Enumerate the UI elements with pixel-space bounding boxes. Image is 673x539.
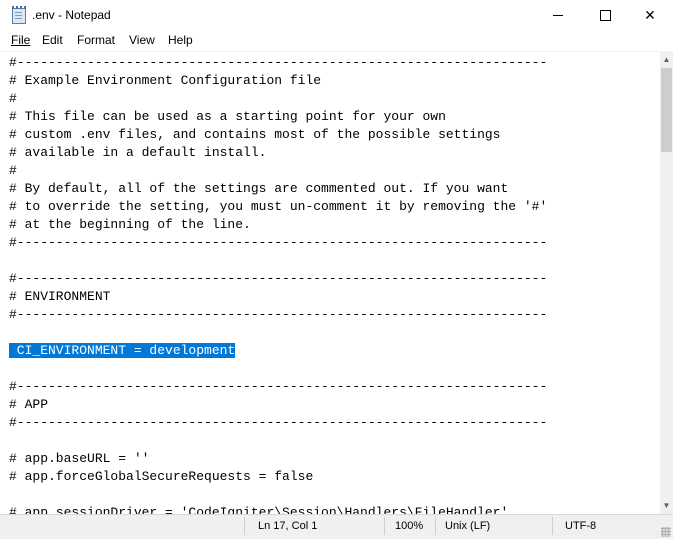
menu-format[interactable]: Format [77,33,115,47]
notepad-window: .env - Notepad ✕ File Edit Format View H… [0,0,673,539]
editor-line: # custom .env files, and contains most o… [9,126,547,144]
line-text: # at the beginning of the line. [9,217,251,232]
text-editor[interactable]: #---------------------------------------… [0,51,660,515]
scroll-down-arrow-icon[interactable]: ▼ [660,497,673,514]
editor-line: # app.forceGlobalSecureRequests = false [9,468,547,486]
line-text: #---------------------------------------… [9,55,548,70]
line-text: # ENVIRONMENT [9,289,111,304]
menu-view[interactable]: View [129,33,155,47]
resize-grip-icon[interactable] [661,527,671,537]
minimize-button[interactable] [535,0,581,30]
line-text: # app.forceGlobalSecureRequests = false [9,469,314,484]
editor-line: # at the beginning of the line. [9,216,547,234]
status-separator [435,517,436,535]
menu-edit-label: Edit [42,33,63,47]
menu-view-label: View [129,33,155,47]
line-text: # app.baseURL = '' [9,451,150,466]
editor-line: #---------------------------------------… [9,234,547,252]
status-separator [552,517,553,535]
editor-line: # This file can be used as a starting po… [9,108,547,126]
editor-line: # to override the setting, you must un-c… [9,198,547,216]
close-icon: ✕ [644,6,656,23]
menu-bar: File Edit Format View Help [0,30,673,51]
status-line-ending: Unix (LF) [445,520,491,532]
line-text: #---------------------------------------… [9,271,548,286]
line-text: #---------------------------------------… [9,379,548,394]
scroll-up-arrow-icon[interactable]: ▲ [660,51,673,68]
vertical-scrollbar[interactable]: ▲ ▼ [660,51,673,514]
selected-text: CI_ENVIRONMENT = development [9,343,236,358]
title-bar[interactable]: .env - Notepad ✕ [0,0,673,30]
line-text: # Example Environment Configuration file [9,73,322,88]
editor-line: #---------------------------------------… [9,378,547,396]
editor-line: # [9,90,547,108]
line-text: # [9,163,17,178]
status-bar: Ln 17, Col 1 100% Unix (LF) UTF-8 [0,514,673,539]
editor-line: # ENVIRONMENT [9,288,547,306]
notepad-icon [12,6,26,24]
editor-line: #---------------------------------------… [9,270,547,288]
line-text: #---------------------------------------… [9,307,548,322]
menu-format-label: Format [77,33,116,47]
editor-line: CI_ENVIRONMENT = development [9,342,547,360]
menu-help-label: Help [168,33,193,47]
line-text: # APP [9,397,49,412]
line-text: # available in a default install. [9,145,267,160]
menu-edit[interactable]: Edit [42,33,63,47]
maximize-icon [599,9,611,21]
close-button[interactable]: ✕ [627,0,673,30]
status-position: Ln 17, Col 1 [258,520,318,532]
menu-file[interactable]: File [11,33,30,47]
maximize-button[interactable] [582,0,628,30]
window-title: .env - Notepad [32,8,111,22]
status-zoom: 100% [395,520,424,532]
line-text: #---------------------------------------… [9,415,548,430]
menu-help[interactable]: Help [168,33,193,47]
status-separator [244,517,245,535]
editor-line: # available in a default install. [9,144,547,162]
minimize-icon [553,14,563,16]
line-text: # custom .env files, and contains most o… [9,127,501,142]
line-text: # [9,91,17,106]
status-encoding: UTF-8 [565,520,597,532]
editor-line: #---------------------------------------… [9,306,547,324]
editor-line: # app.baseURL = '' [9,450,547,468]
line-text: # This file can be used as a starting po… [9,109,446,124]
menu-file-label: File [11,33,31,47]
editor-line: # Example Environment Configuration file [9,72,547,90]
line-text: # By default, all of the settings are co… [9,181,509,196]
editor-lines[interactable]: #---------------------------------------… [9,54,547,515]
editor-line: # By default, all of the settings are co… [9,180,547,198]
editor-line: #---------------------------------------… [9,414,547,432]
status-separator [384,517,385,535]
editor-line: #---------------------------------------… [9,54,547,72]
editor-line: # APP [9,396,547,414]
line-text: # to override the setting, you must un-c… [9,199,548,214]
scrollbar-thumb[interactable] [661,68,672,152]
line-text: #---------------------------------------… [9,235,548,250]
editor-line: # [9,162,547,180]
